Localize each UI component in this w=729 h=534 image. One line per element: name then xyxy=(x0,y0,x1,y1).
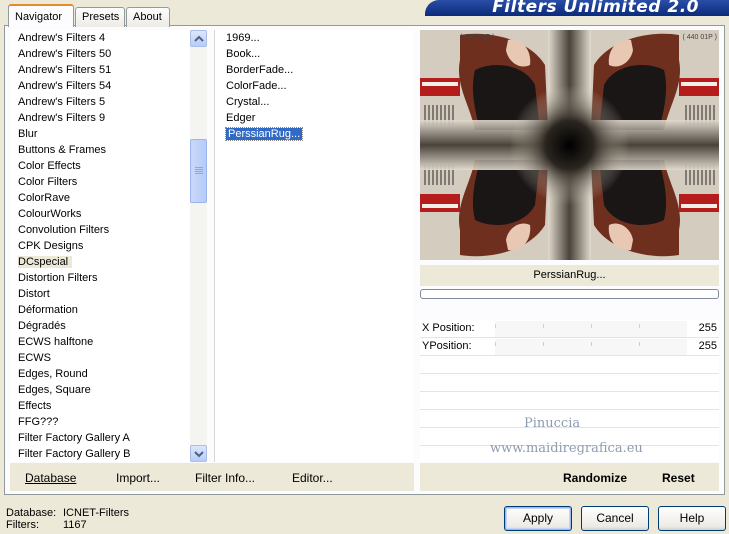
tab-presets[interactable]: Presets xyxy=(75,7,125,27)
filter-info-button[interactable]: Filter Info... xyxy=(195,471,255,485)
category-item[interactable]: Andrew's Filters 51 xyxy=(10,62,207,78)
status-filters: Filters: 1167 xyxy=(6,519,87,531)
category-item[interactable]: Edges, Round xyxy=(10,366,207,382)
category-item[interactable]: Effects xyxy=(10,398,207,414)
watermark-url: www.maidiregrafica.eu xyxy=(490,441,643,456)
chevron-up-icon xyxy=(194,35,204,42)
category-list[interactable]: Andrew's Filters 4 Andrew's Filters 50 And… xyxy=(10,30,207,462)
category-item[interactable]: ECWS xyxy=(10,350,207,366)
reset-button[interactable]: Reset xyxy=(662,471,695,485)
randomize-button[interactable]: Randomize xyxy=(563,471,627,485)
category-item[interactable]: CPK Designs xyxy=(10,238,207,254)
category-item[interactable]: DCspecial xyxy=(10,254,207,270)
filter-item[interactable]: ColorFade... xyxy=(215,78,414,94)
banner-title: Filters Unlimited 2.0 xyxy=(492,0,699,16)
category-item[interactable]: Distort xyxy=(10,286,207,302)
filter-action-bar: Randomize Reset xyxy=(420,463,719,491)
category-item[interactable]: Convolution Filters xyxy=(10,222,207,238)
category-item[interactable]: Andrew's Filters 54 xyxy=(10,78,207,94)
import-button[interactable]: Import... xyxy=(116,471,160,485)
param-slider[interactable] xyxy=(495,321,687,337)
param-label: X Position: xyxy=(422,322,475,334)
scroll-up-button[interactable] xyxy=(190,30,207,47)
category-item[interactable]: Buttons & Frames xyxy=(10,142,207,158)
category-item[interactable]: Dégradés xyxy=(10,318,207,334)
preview-image xyxy=(420,30,719,260)
filter-item[interactable]: PerssianRug... xyxy=(215,126,414,142)
category-item[interactable]: ECWS halftone xyxy=(10,334,207,350)
status-filters-value: 1167 xyxy=(63,519,87,531)
param-x-position[interactable]: X Position: 255 xyxy=(420,320,719,338)
param-y-position[interactable]: YPosition: 255 xyxy=(420,338,719,356)
filter-list[interactable]: 1969... Book... BorderFade... ColorFade... C… xyxy=(214,30,414,462)
param-slider[interactable] xyxy=(495,339,687,355)
preview-corner-text-tr: ( 440 01P ) xyxy=(682,34,717,41)
param-label: YPosition: xyxy=(422,340,472,352)
status-database-label: Database: xyxy=(6,507,57,519)
navigator-action-bar: Database Import... Filter Info... Editor… xyxy=(10,463,414,491)
category-item[interactable]: Andrew's Filters 4 xyxy=(10,30,207,46)
filter-item[interactable]: Edger xyxy=(215,110,414,126)
category-item[interactable]: Color Filters xyxy=(10,174,207,190)
scroll-thumb[interactable] xyxy=(190,139,207,203)
category-item[interactable]: Color Effects xyxy=(10,158,207,174)
param-empty-row xyxy=(420,374,719,392)
category-item[interactable]: Andrew's Filters 5 xyxy=(10,94,207,110)
render-progress-bar xyxy=(420,289,719,299)
category-item[interactable]: Filter Factory Gallery B xyxy=(10,446,207,462)
category-item[interactable]: ColorRave xyxy=(10,190,207,206)
param-value: 255 xyxy=(698,322,717,334)
scroll-down-button[interactable] xyxy=(190,445,207,462)
database-button[interactable]: Database xyxy=(25,471,76,485)
filter-item[interactable]: Crystal... xyxy=(215,94,414,110)
category-item[interactable]: Andrew's Filters 50 xyxy=(10,46,207,62)
filter-item[interactable]: 1969... xyxy=(215,30,414,46)
apply-button[interactable]: Apply xyxy=(504,506,572,531)
category-item[interactable]: ColourWorks xyxy=(10,206,207,222)
preview-corner-text-tl: ( 440 01P ) xyxy=(460,34,495,41)
chevron-down-icon xyxy=(194,451,204,458)
category-scrollbar[interactable] xyxy=(190,30,207,462)
filter-item[interactable]: BorderFade... xyxy=(215,62,414,78)
status-database: Database: ICNET-Filters xyxy=(6,507,129,519)
title-banner: Filters Unlimited 2.0 xyxy=(425,0,729,16)
category-item[interactable]: Filter Factory Gallery A xyxy=(10,430,207,446)
status-filters-label: Filters: xyxy=(6,519,39,531)
watermark-name: Pinuccia xyxy=(524,416,581,431)
param-empty-row xyxy=(420,356,719,374)
category-item[interactable]: Edges, Square xyxy=(10,382,207,398)
filter-item[interactable]: Book... xyxy=(215,46,414,62)
help-button[interactable]: Help xyxy=(658,506,726,531)
param-value: 255 xyxy=(698,340,717,352)
selected-filter-name: PerssianRug... xyxy=(420,265,719,286)
cancel-button[interactable]: Cancel xyxy=(581,506,649,531)
category-item[interactable]: Blur xyxy=(10,126,207,142)
category-item[interactable]: FFG??? xyxy=(10,414,207,430)
tab-about[interactable]: About xyxy=(126,7,170,27)
filter-preview: ( 440 01P ) ( 440 01P ) xyxy=(420,30,719,260)
category-item[interactable]: Déformation xyxy=(10,302,207,318)
category-item[interactable]: Distortion Filters xyxy=(10,270,207,286)
tab-navigator[interactable]: Navigator xyxy=(8,4,74,27)
editor-button[interactable]: Editor... xyxy=(292,471,333,485)
status-database-value: ICNET-Filters xyxy=(63,507,129,519)
category-item[interactable]: Andrew's Filters 9 xyxy=(10,110,207,126)
param-empty-row xyxy=(420,392,719,410)
